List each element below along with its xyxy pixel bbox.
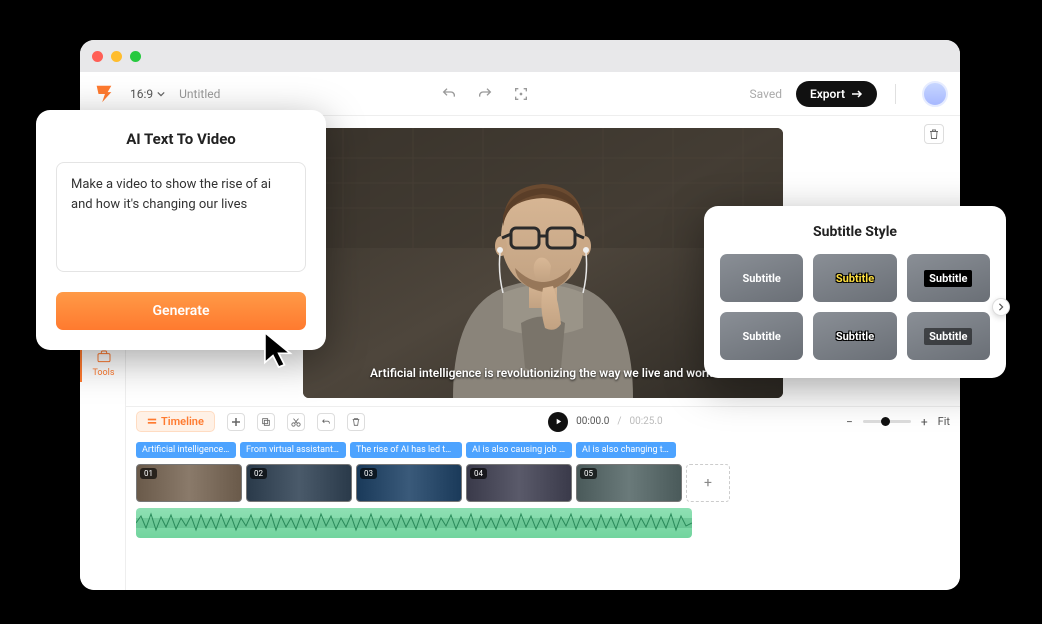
aspect-label: 16:9: [130, 87, 153, 101]
save-status: Saved: [750, 87, 782, 101]
subtitle-clip[interactable]: The rise of AI has led to incre...: [350, 442, 462, 458]
playback-controls: 00:00.0 / 00:25.0: [377, 412, 834, 432]
video-track[interactable]: 01 02 03 04 05 +: [136, 464, 950, 502]
timeline-icon: [147, 417, 157, 427]
user-avatar[interactable]: [922, 81, 948, 107]
cursor-icon: [258, 328, 304, 374]
time-total: 00:25.0: [629, 416, 662, 427]
subtitle-style-grid: Subtitle Subtitle Subtitle Subtitle Subt…: [720, 254, 990, 360]
ai-text-to-video-panel: AI Text To Video Generate: [36, 110, 326, 350]
scan-button[interactable]: [512, 85, 530, 103]
subtitle-track[interactable]: Artificial intelligence is revol... From…: [136, 442, 950, 458]
window-maximize-dot[interactable]: [130, 51, 141, 62]
window-minimize-dot[interactable]: [111, 51, 122, 62]
subtitle-card-label: Subtitle: [836, 330, 874, 343]
subtitle-clip[interactable]: AI is also changing the way ...: [576, 442, 676, 458]
play-icon: [554, 417, 563, 426]
video-clip[interactable]: 04: [466, 464, 572, 502]
subtitle-style-option[interactable]: Subtitle: [720, 312, 803, 360]
video-clip[interactable]: 01: [136, 464, 242, 502]
timeline-label: Timeline: [161, 415, 204, 428]
video-clip[interactable]: 02: [246, 464, 352, 502]
clip-number: 03: [360, 468, 377, 479]
window-close-dot[interactable]: [92, 51, 103, 62]
arrow-right-icon: [851, 89, 863, 99]
delete-button[interactable]: [924, 124, 944, 144]
time-sep: /: [617, 416, 621, 427]
video-clip[interactable]: 03: [356, 464, 462, 502]
toolbar-divider: [895, 84, 896, 104]
subtitle-card-label: Subtitle: [836, 272, 874, 285]
subtitle-style-option[interactable]: Subtitle: [813, 312, 896, 360]
timeline-toolbar: Timeline 00:00.0 / 00:25.0 −: [126, 406, 960, 436]
audio-track[interactable]: [136, 508, 692, 538]
time-current: 00:00.0: [576, 416, 609, 427]
subtitle-style-option[interactable]: Subtitle: [907, 254, 990, 302]
split-action[interactable]: [287, 413, 305, 431]
timeline-mode[interactable]: Timeline: [136, 411, 215, 432]
subtitle-clip[interactable]: From virtual assistants to sel...: [240, 442, 346, 458]
chevron-right-icon: [997, 303, 1005, 311]
next-styles-button[interactable]: [992, 298, 1010, 316]
zoom-controls: − + Fit: [846, 415, 950, 429]
add-action[interactable]: [227, 413, 245, 431]
chevron-down-icon: [157, 90, 165, 98]
undo-button[interactable]: [440, 85, 458, 103]
audio-waveform: [136, 508, 692, 538]
video-clip[interactable]: 05: [576, 464, 682, 502]
add-clip-button[interactable]: +: [686, 464, 730, 502]
subtitle-style-option[interactable]: Subtitle: [907, 312, 990, 360]
clip-number: 04: [470, 468, 487, 479]
document-title[interactable]: Untitled: [179, 87, 220, 101]
ai-panel-title: AI Text To Video: [56, 130, 306, 148]
delete-action[interactable]: [347, 413, 365, 431]
generate-button[interactable]: Generate: [56, 292, 306, 330]
copy-action[interactable]: [257, 413, 275, 431]
subtitle-card-label: Subtitle: [924, 328, 972, 345]
clip-number: 01: [140, 468, 157, 479]
tools-icon: [95, 348, 113, 366]
app-logo: [92, 82, 116, 106]
fit-button[interactable]: Fit: [938, 415, 950, 428]
subtitle-style-option[interactable]: Subtitle: [720, 254, 803, 302]
toolbar-center: [234, 85, 735, 103]
titlebar: [80, 40, 960, 72]
clip-number: 05: [580, 468, 597, 479]
play-button[interactable]: [548, 412, 568, 432]
subtitle-style-option[interactable]: Subtitle: [813, 254, 896, 302]
subtitle-style-panel: Subtitle Style Subtitle Subtitle Subtitl…: [704, 206, 1006, 378]
subtitle-card-label: Subtitle: [743, 330, 781, 343]
zoom-out[interactable]: −: [846, 415, 853, 429]
export-button[interactable]: Export: [796, 81, 877, 107]
zoom-slider[interactable]: [863, 420, 911, 423]
subtitle-panel-title: Subtitle Style: [720, 224, 990, 240]
subtitle-card-label: Subtitle: [924, 270, 972, 287]
subtitle-card-label: Subtitle: [743, 272, 781, 285]
redo-button[interactable]: [476, 85, 494, 103]
aspect-select[interactable]: 16:9: [130, 87, 165, 101]
subtitle-clip[interactable]: Artificial intelligence is revol...: [136, 442, 236, 458]
zoom-in[interactable]: +: [921, 415, 928, 429]
timeline-tracks[interactable]: Artificial intelligence is revol... From…: [126, 436, 960, 590]
ai-prompt-input[interactable]: [56, 162, 306, 272]
undo-small[interactable]: [317, 413, 335, 431]
sidebar-item-label: Tools: [92, 368, 114, 378]
subtitle-clip[interactable]: AI is also causing job displac...: [466, 442, 572, 458]
clip-number: 02: [250, 468, 267, 479]
export-label: Export: [810, 87, 845, 101]
